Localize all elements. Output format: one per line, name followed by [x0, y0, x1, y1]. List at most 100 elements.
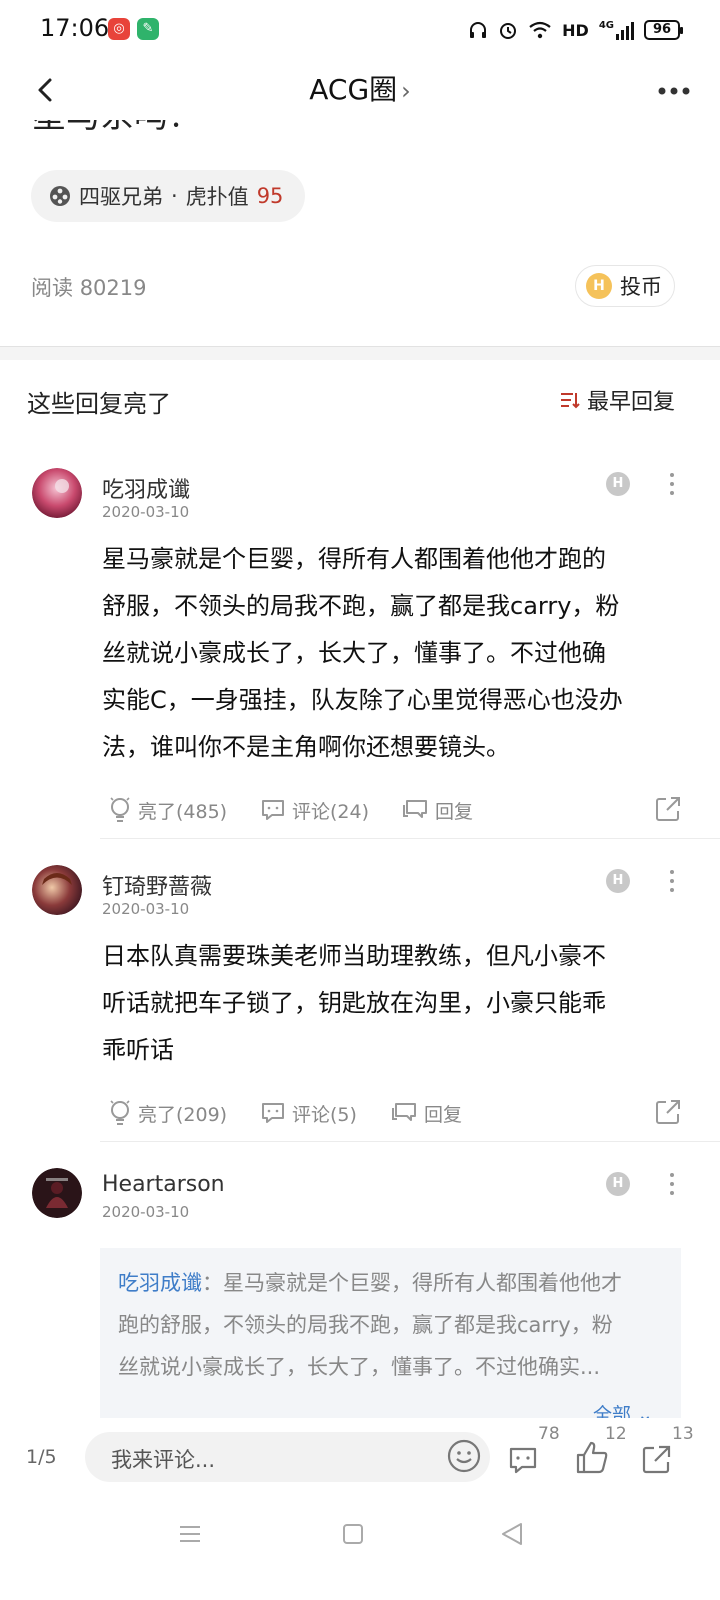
comment-line: 日本队真需要珠美老师当助理教练，但凡小豪不 — [102, 942, 606, 970]
lightbulb-icon — [110, 797, 130, 822]
shares-count: 13 — [672, 1424, 694, 1444]
row-divider — [100, 1141, 720, 1142]
sort-icon — [560, 393, 580, 409]
page-counter[interactable]: 1/5 — [26, 1446, 57, 1468]
comment-menu-icon[interactable] — [662, 470, 682, 498]
more-options-icon[interactable] — [654, 76, 694, 106]
score-value: 95 — [256, 184, 284, 208]
quote-line: 丝就说小豪成长了，长大了，懂事了。不过他确实... — [118, 1355, 601, 1379]
status-bar: 17:06 ◎ ✎ HD 4G 96 — [0, 0, 720, 60]
comment-count-button[interactable]: 评论(5) — [260, 1095, 357, 1131]
quoted-reply[interactable]: 吃羽成谶：星马豪就是个巨婴，得所有人都围着他他才 跑的舒服，不领头的局我不跑，赢… — [100, 1248, 681, 1418]
back-triangle-icon[interactable] — [493, 1518, 533, 1550]
avatar[interactable] — [32, 468, 82, 518]
share-icon[interactable] — [638, 1442, 674, 1478]
bottom-comment-bar: 1/5 我来评论... 78 12 13 — [0, 1420, 720, 1500]
comment-actions: 亮了(485) 评论(24) 回复 — [108, 792, 683, 828]
user-level-badge: H — [606, 472, 630, 496]
light-up-button[interactable]: 亮了(209) — [108, 1095, 227, 1131]
lightbulb-icon — [110, 1100, 130, 1125]
author-chip[interactable]: 四驱兄弟 · 虎扑值 95 — [31, 170, 306, 222]
highlighted-replies-title: 这些回复亮了 — [27, 390, 171, 418]
comment-count: 评论(24) — [292, 800, 370, 823]
light-count: 亮了(209) — [138, 1103, 228, 1126]
avatar[interactable] — [32, 1168, 82, 1218]
comment-username[interactable]: 吃羽成谶 — [102, 472, 190, 504]
donate-coin-button[interactable]: H 投币 — [575, 265, 675, 307]
comment-date: 2020-03-10 — [102, 503, 190, 521]
light-up-button[interactable]: 亮了(485) — [108, 792, 227, 828]
status-time: 17:06 — [40, 14, 110, 42]
comment-input[interactable]: 我来评论... — [85, 1432, 490, 1482]
signal-type: 4G — [598, 20, 614, 31]
home-square-icon[interactable] — [333, 1518, 373, 1550]
comment-date: 2020-03-10 — [102, 900, 190, 918]
signal-icon: 4G — [599, 20, 634, 40]
app-notification-icon: ◎ — [108, 18, 130, 40]
emoji-icon[interactable] — [446, 1438, 482, 1474]
alarm-icon — [500, 23, 517, 39]
reply-label: 回复 — [424, 1103, 463, 1126]
user-level-badge: H — [606, 1172, 630, 1196]
share-icon[interactable] — [653, 1097, 683, 1127]
expand-all-link[interactable]: 全部 ⌄ — [593, 1400, 653, 1418]
quote-separator: ： — [202, 1271, 223, 1295]
comment-line: 实能C，一身强挂，队友除了心里觉得恶心也没办 — [102, 686, 623, 714]
comment-menu-icon[interactable] — [662, 867, 682, 895]
comment-text: 星马豪就是个巨婴，得所有人都围着他他才跑的 舒服，不领头的局我不跑，赢了都是我c… — [102, 536, 682, 771]
menu-icon[interactable] — [170, 1518, 210, 1550]
comment-bubble-icon — [262, 1103, 284, 1123]
coin-icon: H — [586, 273, 612, 299]
reads-value: 80219 — [79, 276, 147, 300]
reply-label: 回复 — [435, 800, 474, 823]
likes-count: 12 — [605, 1424, 627, 1444]
post-title-text: 星马系吗？ — [32, 120, 202, 136]
quote-line: 星马豪就是个巨婴，得所有人都围着他他才 — [223, 1271, 622, 1295]
comment-line: 丝就说小豪成长了，长大了，懂事了。不过他确 — [102, 639, 606, 667]
score-label: 虎扑值 — [185, 185, 249, 209]
avatar[interactable] — [32, 865, 82, 915]
comment-bubble-icon — [262, 800, 284, 820]
reply-icon — [392, 1103, 416, 1121]
circle-title-text: ACG圈 — [309, 73, 398, 106]
chevron-right-icon: › — [401, 77, 411, 105]
sort-button[interactable]: 最早回复 — [559, 384, 675, 416]
comment-menu-icon[interactable] — [662, 1170, 682, 1198]
sort-label: 最早回复 — [586, 390, 675, 415]
read-count: 阅读 80219 — [31, 272, 147, 302]
comment-text: 日本队真需要珠美老师当助理教练，但凡小豪不 听话就把车子锁了，钥匙放在沟里，小豪… — [102, 933, 682, 1074]
post-title-partial: 星马系吗？ — [32, 120, 332, 144]
comment-username[interactable]: Heartarson — [102, 1172, 225, 1197]
quoted-username[interactable]: 吃羽成谶 — [118, 1271, 202, 1295]
comments-icon[interactable] — [505, 1442, 541, 1478]
top-header: ACG圈 › — [0, 60, 720, 120]
wheel-icon — [50, 186, 70, 206]
status-icons: HD 4G 96 — [468, 16, 683, 44]
circle-title[interactable]: ACG圈 › — [0, 68, 720, 108]
quote-line: 跑的舒服，不领头的局我不跑，赢了都是我carry，粉 — [118, 1313, 613, 1337]
comment-input-placeholder: 我来评论... — [111, 1448, 216, 1472]
section-divider — [0, 346, 720, 360]
reply-button[interactable]: 回复 — [390, 1095, 462, 1131]
reply-icon — [403, 800, 427, 818]
chip-separator: · — [171, 184, 178, 208]
comment-count-button[interactable]: 评论(24) — [260, 792, 369, 828]
comment-username[interactable]: 钉琦野蔷薇 — [102, 869, 212, 901]
row-divider — [100, 838, 720, 839]
network-hd: HD — [562, 20, 589, 40]
reply-button[interactable]: 回复 — [401, 792, 473, 828]
comment-date: 2020-03-10 — [102, 1203, 190, 1221]
headphones-icon — [470, 22, 487, 38]
comment-actions: 亮了(209) 评论(5) 回复 — [108, 1095, 683, 1131]
share-icon[interactable] — [653, 794, 683, 824]
app-notification-icon-2: ✎ — [137, 18, 159, 40]
author-name: 四驱兄弟 — [79, 185, 163, 209]
comment-count: 评论(5) — [292, 1103, 357, 1126]
comment-line: 听话就把车子锁了，钥匙放在沟里，小豪只能乖 — [102, 989, 606, 1017]
battery-level: 96 — [652, 22, 672, 37]
comment-line: 法，谁叫你不是主角啊你还想要镜头。 — [102, 733, 510, 761]
comment-line: 星马豪就是个巨婴，得所有人都围着他他才跑的 — [102, 545, 606, 573]
reads-label: 阅读 — [31, 276, 73, 300]
quoted-text: 吃羽成谶：星马豪就是个巨婴，得所有人都围着他他才 跑的舒服，不领头的局我不跑，赢… — [118, 1262, 663, 1388]
comment-line: 舒服，不领头的局我不跑，赢了都是我carry，粉 — [102, 592, 620, 620]
